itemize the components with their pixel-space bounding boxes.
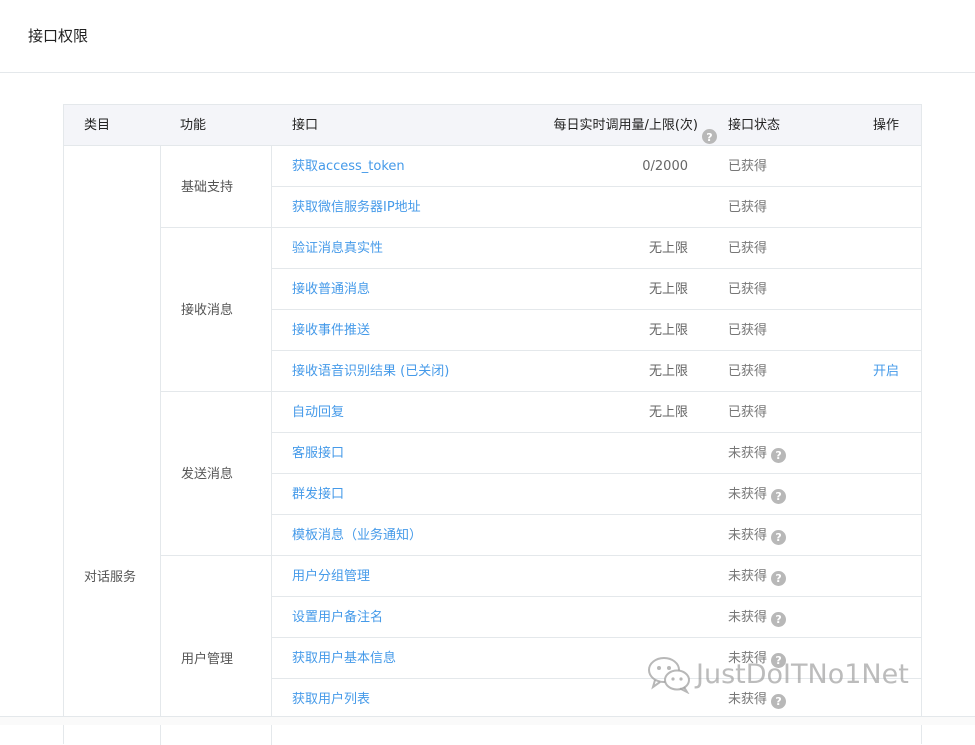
daily-limit: 无上限	[648, 241, 688, 256]
api-link[interactable]: 接收普通消息	[292, 281, 370, 298]
table-row: 自动回复 无上限 已获得	[272, 392, 921, 433]
api-link[interactable]: 获取微信服务器IP地址	[292, 199, 421, 216]
api-permission-table: 类目 功能 接口 每日实时调用量/上限(次)? 接口状态 操作 对话服务 基础支…	[63, 104, 922, 745]
question-circle-icon[interactable]: ?	[702, 129, 717, 144]
api-link[interactable]: 用户分组管理	[292, 568, 370, 585]
enable-button[interactable]: 开启	[873, 363, 899, 380]
table-header: 类目 功能 接口 每日实时调用量/上限(次)? 接口状态 操作	[64, 105, 921, 146]
daily-limit: 无上限	[648, 323, 688, 338]
api-link[interactable]: 群发接口	[292, 486, 344, 503]
question-circle-icon[interactable]: ?	[771, 530, 787, 545]
question-circle-icon[interactable]: ?	[771, 571, 787, 586]
watermark: JustDoITNo1Net	[646, 654, 909, 694]
api-link[interactable]: 验证消息真实性	[292, 240, 383, 257]
api-status-label: 未获得	[728, 692, 768, 707]
api-status: 已获得	[728, 323, 768, 338]
header-feature: 功能	[180, 118, 207, 133]
table-row: 获取access_token 0/2000 已获得	[272, 146, 921, 187]
api-link[interactable]: 自动回复	[292, 404, 344, 421]
api-status: 已获得	[728, 364, 768, 379]
api-status: 未获得?	[728, 445, 787, 463]
feature-group-basic-support: 基础支持	[181, 180, 234, 195]
group-divider	[161, 227, 271, 228]
api-status: 未获得?	[728, 568, 787, 586]
api-status: 已获得	[728, 241, 768, 256]
api-status-label: 未获得	[728, 446, 768, 461]
api-status: 未获得?	[728, 527, 787, 545]
api-status-label: 未获得	[728, 569, 768, 584]
api-status: 已获得	[728, 200, 768, 215]
api-link[interactable]: 接收事件推送	[292, 322, 370, 339]
api-status: 已获得	[728, 159, 768, 174]
table-row: 获取微信服务器IP地址 已获得	[272, 187, 921, 228]
api-link[interactable]: 获取用户列表	[292, 691, 370, 708]
page-title: 接口权限	[28, 27, 89, 45]
column-divider-category	[160, 146, 161, 745]
api-link[interactable]: 接收语音识别结果 (已关闭)	[292, 363, 449, 380]
table-row: 验证消息真实性 无上限 已获得	[272, 228, 921, 269]
group-divider	[161, 555, 271, 556]
api-status: 已获得	[728, 405, 768, 420]
feature-group-receive-message: 接收消息	[181, 303, 234, 318]
api-link[interactable]: 模板消息（业务通知）	[292, 527, 422, 544]
table-row: 设置用户备注名 未获得?	[272, 597, 921, 638]
feature-group-send-message: 发送消息	[181, 467, 234, 482]
header-daily-limit: 每日实时调用量/上限(次)?	[553, 117, 717, 144]
api-link[interactable]: 客服接口	[292, 445, 344, 462]
feature-group-user-management: 用户管理	[181, 652, 234, 667]
question-circle-icon[interactable]: ?	[771, 694, 787, 709]
daily-limit: 无上限	[648, 282, 688, 297]
header-status: 接口状态	[728, 118, 781, 133]
question-circle-icon[interactable]: ?	[771, 448, 787, 463]
category-dialog-service: 对话服务	[84, 570, 137, 585]
page-header: 接口权限	[0, 0, 975, 73]
header-daily-limit-label: 每日实时调用量/上限(次)	[553, 118, 698, 133]
table-row: 客服接口 未获得?	[272, 433, 921, 474]
table-row: 接收语音识别结果 (已关闭) 无上限 已获得 开启	[272, 351, 921, 392]
daily-limit: 无上限	[648, 405, 688, 420]
table-row: 群发接口 未获得?	[272, 474, 921, 515]
header-category: 类目	[84, 118, 111, 133]
watermark-text: JustDoITNo1Net	[696, 658, 909, 690]
api-status-label: 未获得	[728, 528, 768, 543]
api-link[interactable]: 获取access_token	[292, 158, 405, 175]
api-status: 已获得	[728, 282, 768, 297]
api-link[interactable]: 设置用户备注名	[292, 609, 383, 626]
table-row: 模板消息（业务通知） 未获得?	[272, 515, 921, 556]
wechat-logo-icon	[648, 657, 690, 694]
api-status: 未获得?	[728, 609, 787, 627]
question-circle-icon[interactable]: ?	[771, 612, 787, 627]
header-api: 接口	[292, 118, 319, 133]
table-row: 接收事件推送 无上限 已获得	[272, 310, 921, 351]
api-link[interactable]: 获取用户基本信息	[292, 650, 396, 667]
group-divider	[161, 391, 271, 392]
header-action: 操作	[873, 118, 900, 133]
api-status-label: 未获得	[728, 487, 768, 502]
question-circle-icon[interactable]: ?	[771, 489, 787, 504]
api-status: 未获得?	[728, 486, 787, 504]
daily-limit: 无上限	[648, 364, 688, 379]
table-row: 用户分组管理 未获得?	[272, 556, 921, 597]
table-row: 接收普通消息 无上限 已获得	[272, 269, 921, 310]
daily-limit: 0/2000	[642, 159, 688, 174]
api-status-label: 未获得	[728, 610, 768, 625]
